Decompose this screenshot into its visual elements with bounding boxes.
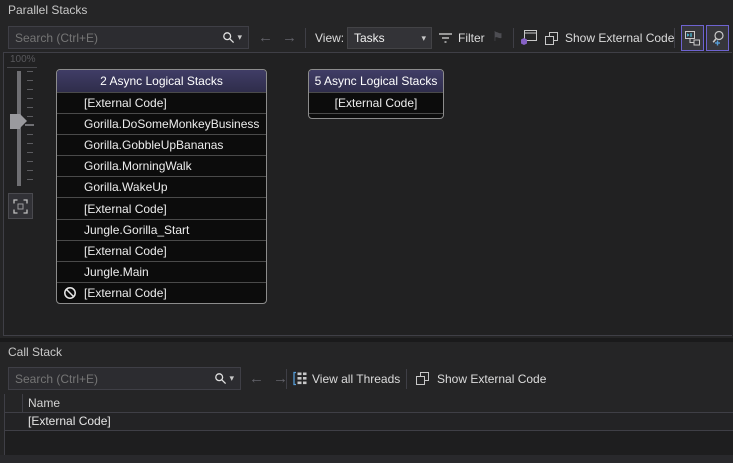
show-only-flagged-icon[interactable]: ⚑ (492, 29, 504, 45)
navigate-back-icon[interactable]: ← (258, 30, 273, 45)
auto-scroll-to-current-frame-button[interactable] (681, 25, 704, 51)
table-empty-area (5, 431, 733, 455)
frame-label: Jungle.Gorilla_Start (84, 223, 189, 237)
frame-label: Gorilla.DoSomeMonkeyBusiness (84, 117, 259, 131)
panel-title-call-stack: Call Stack (8, 345, 62, 359)
call-stack-search-input[interactable] (9, 372, 208, 386)
stack-frame[interactable]: [External Code] (57, 92, 266, 113)
stack-frame[interactable]: Gorilla.DoSomeMonkeyBusiness (57, 113, 266, 134)
toggle-zoom-control-button[interactable] (706, 25, 729, 51)
table-row[interactable]: [External Code] (5, 413, 733, 430)
method-view-icon (520, 29, 538, 46)
toolbar-separator (305, 28, 306, 48)
view-mode-dropdown[interactable]: Tasks ▾ (347, 27, 432, 49)
auto-scroll-to-current-frame-icon (684, 30, 701, 46)
frame-label: [External Code] (84, 244, 167, 258)
stack-frame[interactable]: [External Code] (57, 282, 266, 303)
search-box[interactable]: ▾ (8, 26, 249, 49)
filter-button[interactable] (438, 32, 453, 44)
call-stack-panel: Call Stack ▾ ← → View all Threads (0, 342, 733, 463)
zoom-to-fit-icon (13, 199, 28, 214)
search-icon (214, 372, 227, 385)
frame-label: [External Code] (84, 202, 167, 216)
stack-node-1-frames: [External Code] Gorilla.DoSomeMonkeyBusi… (57, 92, 266, 303)
stacks-canvas[interactable]: 100% 2 Async Logical Stacks [External Co… (3, 52, 732, 336)
show-external-code-button-top[interactable] (544, 31, 559, 46)
external-code-icon (544, 31, 559, 46)
method-view-button[interactable] (520, 29, 538, 46)
horizontal-scrollbar-track[interactable] (0, 455, 733, 463)
stack-node-1[interactable]: 2 Async Logical Stacks [External Code] G… (56, 69, 267, 304)
toolbar-separator (513, 28, 514, 48)
external-code-icon (415, 371, 430, 386)
stack-frame[interactable]: [External Code] (309, 92, 443, 114)
stack-frame[interactable]: Gorilla.WakeUp (57, 176, 266, 197)
view-all-threads-icon (292, 371, 308, 386)
frame-label: [External Code] (84, 96, 167, 110)
stack-node-1-header[interactable]: 2 Async Logical Stacks (57, 70, 266, 92)
search-options-caret-icon[interactable]: ▾ (229, 374, 234, 383)
toolbar-separator (674, 28, 675, 48)
column-header-name[interactable]: Name (28, 396, 60, 410)
frame-label: Jungle.Main (84, 265, 149, 279)
stack-frame[interactable]: Gorilla.GobbleUpBananas (57, 134, 266, 155)
search-button[interactable]: ▾ (216, 31, 248, 44)
zoom-to-fit-button[interactable] (8, 193, 33, 219)
call-stack-search-box[interactable]: ▾ (8, 367, 241, 390)
frame-label: [External Code] (84, 286, 167, 300)
search-options-caret-icon[interactable]: ▾ (237, 33, 242, 42)
panel-title-parallel-stacks: Parallel Stacks (8, 3, 87, 17)
show-external-code-button-bottom[interactable] (415, 371, 430, 386)
frame-label: Gorilla.WakeUp (84, 180, 168, 194)
frame-label: Gorilla.GobbleUpBananas (84, 138, 223, 152)
zoom-control-icon (710, 30, 726, 46)
show-external-code-label-bottom[interactable]: Show External Code (437, 372, 546, 386)
stack-frame[interactable]: Jungle.Main (57, 261, 266, 282)
call-stack-frame-label: [External Code] (28, 414, 111, 428)
stack-frame[interactable]: Jungle.Gorilla_Start (57, 219, 266, 240)
filter-label[interactable]: Filter (458, 31, 485, 45)
frame-label: [External Code] (335, 96, 418, 110)
stack-node-2-header[interactable]: 5 Async Logical Stacks (309, 70, 443, 92)
stack-frame[interactable]: [External Code] (57, 240, 266, 261)
navigate-forward-icon[interactable]: → (282, 30, 297, 45)
search-input[interactable] (9, 31, 216, 45)
toolbar-separator (286, 369, 287, 389)
zoom-level-label: 100% (10, 54, 36, 65)
view-mode-selected-value: Tasks (348, 31, 421, 45)
search-icon (222, 31, 235, 44)
stack-node-2[interactable]: 5 Async Logical Stacks [External Code] (308, 69, 444, 119)
frame-label: Gorilla.MorningWalk (84, 159, 192, 173)
zoom-scale-topline (7, 67, 37, 68)
view-label: View: (315, 31, 344, 45)
show-external-code-label-top[interactable]: Show External Code (565, 31, 674, 45)
parallel-stacks-panel: Parallel Stacks ▾ ← → View: Tasks ▾ Filt… (0, 0, 733, 338)
stack-frame[interactable]: [External Code] (57, 197, 266, 218)
toolbar-separator (406, 369, 407, 389)
zoom-slider-ticks (27, 71, 33, 188)
no-entry-icon (63, 286, 77, 300)
stack-frame[interactable]: Gorilla.MorningWalk (57, 155, 266, 176)
filter-icon (438, 32, 453, 44)
view-all-threads-button[interactable] (292, 371, 308, 386)
zoom-slider-thumb[interactable] (10, 114, 20, 129)
navigate-back-icon[interactable]: ← (249, 371, 264, 386)
view-all-threads-label[interactable]: View all Threads (312, 372, 400, 386)
view-dropdown-caret-icon: ▾ (421, 34, 431, 43)
stack-node-2-frames: [External Code] (309, 92, 443, 118)
call-stack-search-button[interactable]: ▾ (208, 372, 240, 385)
